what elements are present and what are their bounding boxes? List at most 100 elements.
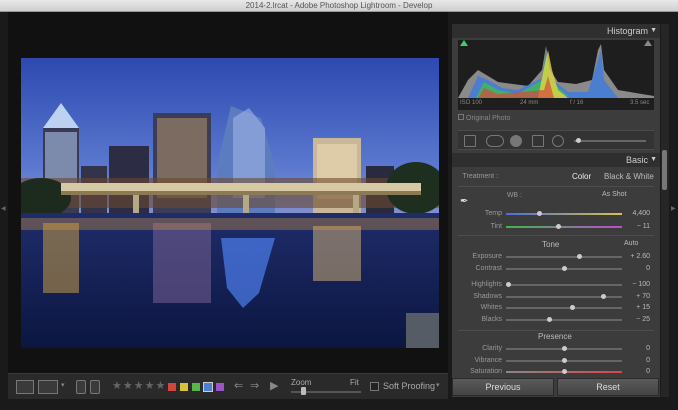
color-label-blue[interactable] — [203, 382, 213, 392]
basic-title: Basic — [625, 155, 648, 165]
develop-panel: Histogram ▼ ISO 100 24 mm f / 16 3.5 sec… — [452, 24, 660, 397]
panel-scrollbar[interactable] — [661, 24, 669, 397]
contrast-slider-knob[interactable] — [562, 266, 567, 271]
flag-pick-icon[interactable] — [76, 380, 86, 394]
tone-auto-button[interactable]: Auto — [624, 240, 638, 247]
exposure-slider-knob[interactable] — [576, 254, 582, 259]
tint-slider[interactable] — [506, 226, 622, 228]
focal-length-value: 24 mm — [520, 100, 539, 106]
blacks-slider[interactable] — [506, 319, 622, 321]
temp-slider-knob[interactable] — [537, 211, 543, 216]
right-panel-toggle-icon[interactable]: ▶ — [671, 205, 676, 212]
wb-label: WB : — [506, 192, 522, 199]
toolbar-menu-icon[interactable]: ▾ — [436, 381, 440, 389]
color-label-red[interactable] — [168, 383, 176, 391]
before-after-view-icon[interactable] — [38, 380, 58, 394]
previous-photo-icon[interactable]: ⇐ — [234, 379, 243, 392]
contrast-value[interactable]: 0 — [622, 265, 650, 272]
adjustment-brush-slider[interactable] — [574, 140, 646, 142]
white-balance-eyedropper-icon[interactable]: ✒ — [460, 196, 468, 207]
shadows-slider-knob[interactable] — [601, 294, 607, 299]
filmstrip-toolbar: ▾ ★★★★★ ⇐ ⇒ ▶ Zoom Fit Soft Proofing ▾ — [8, 373, 448, 399]
tint-label: Tint — [490, 223, 502, 230]
histogram-header[interactable]: Histogram ▼ — [452, 24, 660, 38]
saturation-label: Saturation — [470, 368, 502, 375]
vibrance-value[interactable]: 0 — [622, 357, 650, 364]
highlights-value[interactable]: − 100 — [622, 281, 650, 288]
color-label-green[interactable] — [192, 383, 200, 391]
left-panel-toggle-icon[interactable]: ◀ — [1, 205, 6, 212]
treatment-label: Treatment : — [462, 173, 498, 180]
clarity-value[interactable]: 0 — [622, 345, 650, 352]
exposure-label: Exposure — [472, 253, 502, 260]
separator — [458, 330, 654, 331]
presence-title: Presence — [538, 332, 572, 341]
soft-proofing-checkbox[interactable] — [370, 382, 379, 391]
clarity-label: Clarity — [482, 345, 502, 352]
wb-value[interactable]: As Shot — [602, 191, 627, 198]
blacks-value[interactable]: − 25 — [622, 316, 650, 323]
reset-button[interactable]: Reset — [557, 378, 659, 396]
window-title: 2014-2.lrcat - Adobe Photoshop Lightroom… — [245, 1, 433, 10]
whites-label: Whites — [480, 304, 502, 311]
vibrance-label: Vibrance — [474, 357, 502, 364]
view-dropdown-icon[interactable]: ▾ — [61, 381, 65, 389]
soft-proofing-label: Soft Proofing — [383, 381, 436, 391]
tint-value[interactable]: − 11 — [622, 223, 650, 230]
original-photo-checkbox-icon[interactable] — [458, 114, 464, 120]
highlights-slider-knob[interactable] — [506, 282, 511, 287]
flag-reject-icon[interactable] — [90, 380, 100, 394]
adjustment-brush-icon[interactable] — [576, 138, 581, 143]
aperture-value: f / 16 — [570, 100, 584, 106]
zoom-label: Zoom — [291, 378, 312, 387]
vibrance-slider-knob[interactable] — [562, 358, 567, 363]
collapse-triangle-icon: ▼ — [650, 156, 657, 163]
saturation-value[interactable]: 0 — [622, 368, 650, 375]
saturation-slider-knob[interactable] — [562, 369, 567, 374]
collapse-triangle-icon: ▼ — [650, 27, 657, 34]
shadows-label: Shadows — [473, 293, 502, 300]
temp-value[interactable]: 4,400 — [622, 210, 650, 217]
treatment-color-option[interactable]: Color — [572, 172, 591, 181]
red-eye-tool-icon[interactable] — [510, 135, 522, 147]
rating-stars[interactable]: ★★★★★ — [112, 379, 166, 392]
separator — [458, 235, 654, 236]
histogram[interactable] — [458, 40, 654, 110]
whites-slider-knob[interactable] — [569, 305, 575, 310]
histogram-title: Histogram — [606, 26, 648, 36]
previous-button[interactable]: Previous — [452, 378, 554, 396]
play-slideshow-icon[interactable]: ▶ — [270, 379, 278, 392]
tone-title: Tone — [542, 240, 560, 249]
color-label-purple[interactable] — [216, 383, 224, 391]
panel-scrollbar-thumb[interactable] — [662, 150, 667, 190]
tool-strip — [458, 130, 654, 150]
separator — [458, 186, 654, 187]
treatment-bw-option[interactable]: Black & White — [604, 172, 654, 181]
whites-slider[interactable] — [506, 307, 622, 309]
zoom-slider-knob[interactable] — [301, 387, 306, 395]
loupe-view-icon[interactable] — [16, 380, 34, 394]
clarity-slider-knob[interactable] — [562, 346, 567, 351]
color-label-yellow[interactable] — [180, 383, 188, 391]
temp-label: Temp — [484, 210, 502, 217]
shadows-value[interactable]: + 70 — [622, 293, 650, 300]
image-stage — [8, 12, 448, 373]
blacks-slider-knob[interactable] — [547, 317, 553, 322]
highlights-slider[interactable] — [506, 284, 622, 286]
original-photo-label: Original Photo — [466, 115, 511, 122]
graduated-filter-icon[interactable] — [532, 135, 544, 147]
exposure-value[interactable]: + 2.60 — [622, 253, 650, 260]
whites-value[interactable]: + 15 — [622, 304, 650, 311]
photo-preview — [21, 58, 439, 348]
tint-slider-knob[interactable] — [556, 224, 562, 229]
temp-slider[interactable] — [506, 213, 622, 215]
exposure-slider[interactable] — [506, 256, 622, 258]
radial-filter-icon[interactable] — [552, 135, 564, 147]
contrast-label: Contrast — [475, 265, 502, 272]
crop-tool-icon[interactable] — [464, 135, 476, 147]
spot-removal-tool-icon[interactable] — [486, 135, 504, 147]
basic-header[interactable]: Basic ▼ — [452, 153, 660, 167]
next-photo-icon[interactable]: ⇒ — [250, 379, 259, 392]
blacks-label: Blacks — [481, 316, 502, 323]
original-photo-toggle[interactable]: Original Photo — [458, 114, 510, 122]
